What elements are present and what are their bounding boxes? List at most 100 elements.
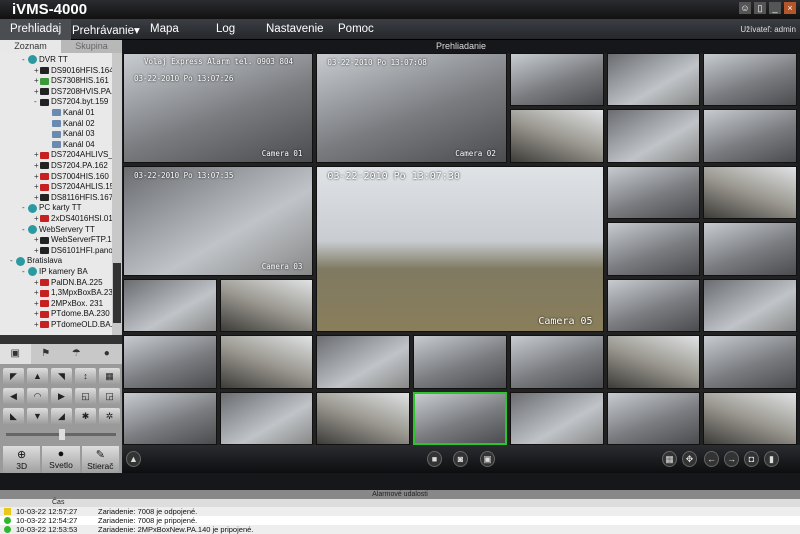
log-row[interactable]: 10-03-22 12:53:53 Zariadenie: 2MPxBoxNew.… <box>0 525 800 534</box>
ptz-button[interactable]: ✱ <box>75 408 96 425</box>
camera-tile[interactable] <box>606 53 701 107</box>
camera-tile[interactable] <box>316 335 411 389</box>
tree-node[interactable]: Kanál 01 <box>46 108 95 118</box>
user-icon[interactable]: ☺ <box>739 2 751 14</box>
ptz-button[interactable]: ◣ <box>3 408 24 425</box>
tree-node[interactable]: + DS9016HFIS.164 <box>34 66 114 76</box>
next-page-button[interactable]: → <box>724 451 739 467</box>
camera-tile[interactable] <box>703 53 797 107</box>
tree-node[interactable]: + DS6101HFI.panor <box>34 246 115 256</box>
log-row[interactable]: 10-03-22 12:57:27 Zariadenie: 7008 je odp… <box>0 507 800 516</box>
layout-button[interactable]: ▦ <box>662 451 677 467</box>
ptz-button[interactable]: ↕ <box>75 368 96 385</box>
ptz-tab[interactable]: ▣ <box>0 344 31 364</box>
camera-tile[interactable] <box>703 391 797 445</box>
tree-node[interactable]: + PTdome.BA.230 <box>34 309 110 319</box>
ptz-action-button[interactable]: ● Svetlo <box>42 446 80 476</box>
tree-node[interactable]: + WebServerFTP.16 <box>34 235 116 245</box>
ptz-button[interactable]: ✲ <box>99 408 120 425</box>
camera-tile[interactable] <box>703 109 797 163</box>
tree-node[interactable]: + PalDN.BA.225 <box>34 278 103 288</box>
camera-tile[interactable] <box>703 222 797 276</box>
tree-node[interactable]: + DS7308HIS.161 <box>34 76 109 86</box>
tree-node[interactable]: + DS7204AHLIVS_E <box>34 150 118 160</box>
alarm-icon[interactable]: ▲ <box>126 451 141 467</box>
tree-node[interactable]: - WebServery TT <box>22 225 95 235</box>
camera-tile-c1[interactable]: 03-22-2010 Po 13:07:26 Camera 01 Volaj Exp… <box>123 53 314 163</box>
ptz-button[interactable]: ◀ <box>3 388 24 405</box>
camera-tile[interactable] <box>123 278 217 333</box>
tree-node[interactable]: + DS7004HIS.160 <box>34 172 109 182</box>
camera-tile[interactable] <box>413 335 507 389</box>
tree-scrollbar[interactable] <box>112 53 122 335</box>
tree-node[interactable]: - DS7204.byt.159 <box>34 97 108 107</box>
camera-tile[interactable] <box>509 53 604 107</box>
log-row[interactable]: 10-03-22 12:54:27 Zariadenie: 7008 je pri… <box>0 516 800 525</box>
tree-node[interactable]: Kanál 04 <box>46 140 95 150</box>
ptz-button[interactable]: ▲ <box>27 368 48 385</box>
camera-tile[interactable] <box>606 335 701 389</box>
ptz-button[interactable]: ▼ <box>27 408 48 425</box>
tree-node[interactable]: + DS7208HVIS.PA.1 <box>34 87 118 97</box>
tree-node[interactable]: +2MPxBox. 231 <box>34 299 103 309</box>
ptz-button[interactable]: ◱ <box>75 388 96 405</box>
tree-node[interactable]: + PTdomeOLD.BA.2 <box>34 320 117 330</box>
ptz-action-button[interactable]: ✎ Stierač <box>81 446 119 476</box>
tree-node[interactable]: Kanál 02 <box>46 119 95 129</box>
ptz-action-button[interactable]: ⊕3D pozícia <box>3 446 41 481</box>
tab-skupina[interactable]: Skupina <box>61 40 122 53</box>
tree-node[interactable]: - Bratislava <box>10 256 62 266</box>
close-button[interactable]: × <box>784 2 796 14</box>
tab-zoznam[interactable]: Zoznam <box>0 40 61 53</box>
camera-tile[interactable] <box>606 165 701 220</box>
snapshot-button[interactable]: ▣ <box>480 451 495 467</box>
lock-icon[interactable]: ▯ <box>754 2 766 14</box>
camera-tile[interactable] <box>219 335 314 389</box>
tree-node[interactable]: - PC karty TT <box>22 203 82 213</box>
tree-node[interactable]: + DS7204.PA.162 <box>34 161 108 171</box>
camera-tile[interactable] <box>123 335 217 389</box>
camera-tile[interactable] <box>606 109 701 163</box>
camera-tile[interactable] <box>509 391 604 445</box>
tree-node[interactable]: Kanál 03 <box>46 129 95 139</box>
prev-page-button[interactable]: ← <box>704 451 719 467</box>
ptz-button[interactable]: ▶ <box>51 388 72 405</box>
menu-log[interactable]: Log <box>216 23 235 35</box>
tree-node[interactable]: - DVR TT <box>22 55 68 65</box>
camera-tile-c5[interactable]: 03-22-2010 Po 13:07:30 Camera 05 <box>316 165 604 333</box>
menu-nastavenie[interactable]: Nastavenie <box>266 23 324 35</box>
ptz-button[interactable]: ◥ <box>51 368 72 385</box>
ptz-button[interactable]: ◲ <box>99 388 120 405</box>
fullscreen-button[interactable]: ✥ <box>682 451 697 467</box>
menu-prehravanie[interactable]: Prehrávanie▾ <box>72 23 140 37</box>
camera-tile-c2[interactable]: 03-22-2010 Po 13:07:08 Camera 02 <box>316 53 507 163</box>
camera-tile[interactable] <box>123 391 217 445</box>
ptz-tab[interactable]: ⚑ <box>31 344 62 364</box>
tree-node[interactable]: + DS8116HFIS.167 <box>34 193 113 203</box>
camera-tile[interactable] <box>413 391 507 445</box>
camera-tile[interactable] <box>703 278 797 333</box>
minimize-button[interactable]: _ <box>769 2 781 14</box>
camera-tile[interactable] <box>219 391 314 445</box>
ptz-tab[interactable]: ☂ <box>61 344 92 364</box>
ptz-button[interactable]: ◢ <box>51 408 72 425</box>
cycle-button[interactable]: ◘ <box>744 451 759 467</box>
tree-node[interactable]: - IP kamery BA <box>22 267 88 277</box>
camera-tile[interactable] <box>606 222 701 276</box>
camera-tile[interactable] <box>703 165 797 220</box>
camera-tile[interactable] <box>219 278 314 333</box>
camera-tile-c3[interactable]: 03-22-2010 Po 13:07:35 Camera 03 <box>123 165 314 276</box>
menu-pomoc[interactable]: Pomoc <box>338 23 374 35</box>
camera-tile[interactable] <box>509 335 604 389</box>
camera-tile[interactable] <box>509 109 604 163</box>
tree-hscrollbar[interactable] <box>0 335 122 344</box>
tree-node[interactable]: +2xDS4016HSI.01E <box>34 214 118 224</box>
stop-all-button[interactable]: ■ <box>427 451 442 467</box>
pause-cycle-button[interactable]: ▮ <box>764 451 779 467</box>
ptz-tab[interactable]: ● <box>92 344 123 364</box>
ptz-button[interactable]: ▦ <box>99 368 120 385</box>
camera-tile[interactable] <box>316 391 411 445</box>
ptz-button[interactable]: ◠ <box>27 388 48 405</box>
ptz-button[interactable]: ◤ <box>3 368 24 385</box>
camera-tile[interactable] <box>703 335 797 389</box>
